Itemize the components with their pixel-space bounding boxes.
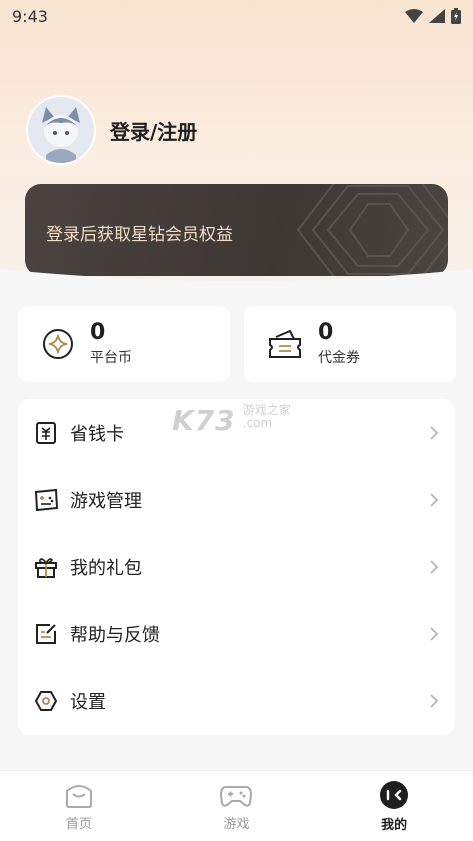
- save-money-card-icon: [32, 419, 60, 447]
- menu-item-game-manage[interactable]: 游戏管理: [18, 466, 455, 533]
- watermark-line2: .com: [242, 416, 273, 430]
- watermark-logo: K73 游戏之家 .com: [172, 404, 291, 438]
- platform-coin-label: 平台币: [90, 350, 132, 366]
- game-manage-icon: [32, 486, 60, 514]
- tab-mine[interactable]: 我的: [339, 780, 449, 833]
- menu-item-settings[interactable]: 设置: [18, 667, 455, 734]
- feedback-icon: [32, 620, 60, 648]
- menu-item-gift[interactable]: 我的礼包: [18, 533, 455, 600]
- status-time: 9:43: [12, 6, 48, 26]
- tab-home[interactable]: 首页: [24, 781, 134, 832]
- gamepad-icon: [220, 785, 253, 807]
- signal-icon: [429, 9, 445, 23]
- status-bar: 9:43: [0, 0, 473, 32]
- tab-label: 首页: [65, 816, 92, 832]
- tab-label: 我的: [381, 817, 408, 833]
- status-icons: [405, 8, 461, 24]
- chevron-right-icon: [430, 425, 439, 440]
- chevron-right-icon: [430, 492, 439, 507]
- chevron-right-icon: [430, 693, 439, 708]
- menu-item-label: 游戏管理: [70, 490, 142, 512]
- default-avatar-icon: [28, 97, 94, 163]
- platform-coin-card[interactable]: 0 平台币: [18, 306, 230, 382]
- avatar[interactable]: [26, 95, 96, 165]
- tab-label: 游戏: [223, 816, 250, 832]
- voucher-value: 0: [318, 320, 334, 345]
- chevron-right-icon: [430, 626, 439, 641]
- menu-list: 省钱卡 游戏管理 我的礼包 帮助与反馈 设置: [18, 399, 455, 735]
- vip-benefit-text: 登录后获取星钻会员权益: [46, 225, 233, 245]
- home-icon: [65, 784, 92, 808]
- tab-games[interactable]: 游戏: [181, 781, 291, 832]
- bottom-tab-bar: 首页 游戏 我的: [0, 770, 473, 841]
- platform-coin-value: 0: [90, 320, 106, 345]
- menu-item-feedback[interactable]: 帮助与反馈: [18, 600, 455, 667]
- profile-header[interactable]: 登录/注册: [26, 95, 197, 165]
- profile-icon: [380, 780, 409, 809]
- menu-item-label: 我的礼包: [70, 557, 142, 579]
- chevron-right-icon: [430, 559, 439, 574]
- coin-icon: [43, 329, 73, 359]
- login-register-link[interactable]: 登录/注册: [110, 116, 197, 145]
- voucher-icon: [269, 329, 301, 358]
- menu-item-label: 帮助与反馈: [70, 624, 160, 646]
- battery-icon: [451, 8, 461, 24]
- menu-item-label: 设置: [70, 691, 106, 713]
- settings-icon: [32, 687, 60, 715]
- wifi-icon: [405, 9, 423, 23]
- gift-icon: [32, 553, 60, 581]
- voucher-card[interactable]: 0 代金券: [244, 306, 456, 382]
- watermark-brand: K73: [172, 404, 236, 437]
- header-wave: [0, 269, 473, 303]
- voucher-label: 代金券: [318, 350, 360, 366]
